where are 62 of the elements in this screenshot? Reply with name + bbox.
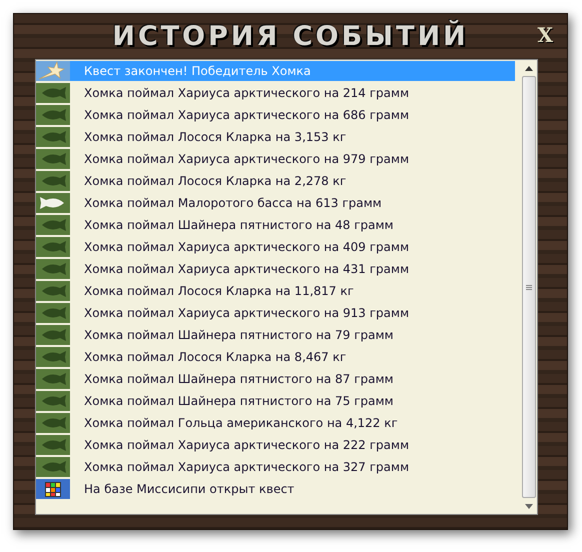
event-text: Хомка поймал Лосося Кларка на 8,467 кг [84,350,346,364]
event-text: Хомка поймал Гольца американского на 4,122 кг [84,416,398,430]
fish-icon [36,457,70,477]
event-row[interactable]: Хомка поймал Лосося Кларка на 11,817 кг [36,281,515,301]
event-text: Хомка поймал Хариуса арктического на 327 грамм [84,460,410,474]
event-text: Хомка поймал Шайнера пятнистого на 79 грамм [84,328,394,342]
fish-icon [36,281,70,301]
event-text: Хомка поймал Хариуса арктического на 214 грамм [84,86,410,100]
scroll-down-icon[interactable] [525,504,533,508]
event-text: На базе Миссисипи открыт квест [84,482,294,496]
event-row[interactable]: Хомка поймал Шайнера пятнистого на 87 грамм [36,369,515,389]
event-row[interactable]: Хомка поймал Хариуса арктического на 913 грамм [36,303,515,323]
event-text: Хомка поймал Хариуса арктического на 686 грамм [84,108,410,122]
event-row[interactable]: Хомка поймал Шайнера пятнистого на 48 грамм [36,215,515,235]
event-row[interactable]: Хомка поймал Шайнера пятнистого на 79 грамм [36,325,515,345]
event-row[interactable]: На базе Миссисипи открыт квест [36,479,515,499]
cube-icon [36,479,70,499]
event-row[interactable]: Хомка поймал Хариуса арктического на 327 грамм [36,457,515,477]
event-text: Хомка поймал Хариуса арктического на 222 грамм [84,438,410,452]
fish-icon [36,105,70,125]
event-text: Хомка поймал Хариуса арктического на 913 грамм [84,306,410,320]
event-text: Хомка поймал Лосося Кларка на 11,817 кг [84,284,354,298]
fish-icon [36,237,70,257]
event-text: Квест закончен! Победитель Хомка [84,64,311,78]
fish-icon [36,149,70,169]
fish-icon [36,347,70,367]
fish-icon [36,325,70,345]
fish-icon [36,83,70,103]
fish-icon [36,259,70,279]
event-text: Хомка поймал Хариуса арктического на 409 грамм [84,240,410,254]
fish-icon [36,413,70,433]
event-text: Хомка поймал Хариуса арктического на 431 грамм [84,262,410,276]
event-row[interactable]: Хомка поймал Лосося Кларка на 3,153 кг [36,127,515,147]
grip-icon [526,284,532,290]
fish-icon [36,171,70,191]
event-row[interactable]: Хомка поймал Хариуса арктического на 979 грамм [36,149,515,169]
event-text: Хомка поймал Шайнера пятнистого на 87 грамм [84,372,394,386]
event-row[interactable]: Хомка поймал Хариуса арктического на 686 грамм [36,105,515,125]
close-button[interactable]: X [537,23,553,47]
event-row[interactable]: Хомка поймал Гольца американского на 4,122 кг [36,413,515,433]
event-row[interactable]: Хомка поймал Шайнера пятнистого на 75 грамм [36,391,515,411]
fish-icon [36,303,70,323]
fish-icon [36,391,70,411]
event-row[interactable]: Хомка поймал Хариуса арктического на 431 грамм [36,259,515,279]
fish-icon [36,127,70,147]
event-row[interactable]: Хомка поймал Хариуса арктического на 409 грамм [36,237,515,257]
event-text: Хомка поймал Шайнера пятнистого на 75 грамм [84,394,394,408]
event-row[interactable]: Хомка поймал Хариуса арктического на 214 грамм [36,83,515,103]
event-text: Хомка поймал Шайнера пятнистого на 48 грамм [84,218,394,232]
event-row[interactable]: Хомка поймал Лосося Кларка на 2,278 кг [36,171,515,191]
fish-icon [36,369,70,389]
window-title: ИСТОРИЯ СОБЫТИЙ [112,21,469,52]
event-text: Хомка поймал Лосося Кларка на 2,278 кг [84,174,346,188]
fish-icon [36,435,70,455]
event-text: Хомка поймал Лосося Кларка на 3,153 кг [84,130,346,144]
scroll-up-icon[interactable] [525,66,533,70]
event-text: Хомка поймал Хариуса арктического на 979 грамм [84,152,410,166]
event-text: Хомка поймал Малоротого басса на 613 грамм [84,196,382,210]
event-row[interactable]: Хомка поймал Хариуса арктического на 222 грамм [36,435,515,455]
event-row[interactable]: Хомка поймал Малоротого басса на 613 грамм [36,193,515,213]
event-row[interactable]: Хомка поймал Лосося Кларка на 8,467 кг [36,347,515,367]
fish-icon [36,215,70,235]
